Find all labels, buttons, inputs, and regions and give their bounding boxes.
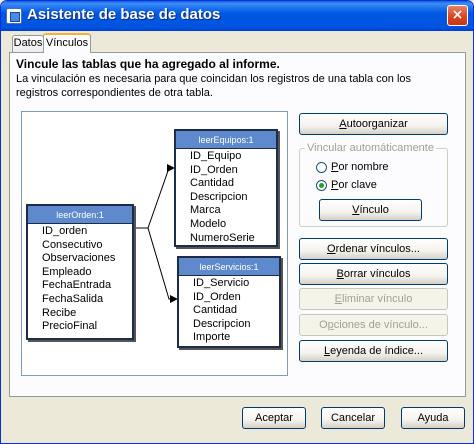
aceptar-button[interactable]: Aceptar [242, 407, 306, 429]
field-item[interactable]: Observaciones [42, 252, 132, 266]
field-item[interactable]: ID_Orden [193, 291, 279, 305]
radio-por-nombre[interactable]: Por nombre [316, 161, 436, 175]
cancelar-button[interactable]: Cancelar [321, 407, 385, 429]
radio-circle-selected[interactable] [316, 180, 327, 191]
field-item[interactable]: Descripcion [190, 191, 276, 205]
window-title: Asistente de base de datos [27, 6, 221, 23]
ayuda-button[interactable]: Ayuda [401, 407, 465, 429]
radio-label: Por nombre [331, 161, 389, 173]
field-item[interactable]: FechaEntrada [42, 279, 132, 293]
radio-circle[interactable] [316, 162, 327, 173]
table-title: leerServicios:1 [179, 258, 279, 276]
panel-heading: Vincule las tablas que ha agregado al in… [16, 57, 280, 71]
tab-vinculos[interactable]: Vínculos [43, 33, 91, 53]
table-leer-servicios[interactable]: leerServicios:1 ID_Servicio ID_Orden Can… [177, 256, 281, 348]
vinculo-button[interactable]: Vínculo [319, 199, 422, 221]
field-item[interactable]: Recibe [42, 307, 132, 321]
field-item[interactable]: Descripcion [193, 318, 279, 332]
field-item[interactable]: Empleado [42, 266, 132, 280]
field-item[interactable]: Cantidad [193, 304, 279, 318]
field-item[interactable]: ID_Servicio [193, 277, 279, 291]
field-item[interactable]: Cantidad [190, 177, 276, 191]
tab-datos[interactable]: Datos [12, 35, 44, 52]
field-item[interactable]: Modelo [190, 218, 276, 232]
app-icon [6, 8, 22, 24]
database-wizard-window: Asistente de base de datos × Datos Víncu… [0, 0, 474, 444]
field-item[interactable]: Marca [190, 204, 276, 218]
field-item[interactable]: ID_Equipo [190, 150, 276, 164]
opciones-vinculo-button[interactable]: Opciones de vínculo... [299, 314, 448, 336]
close-button[interactable]: × [447, 5, 468, 26]
borrar-vinculos-button[interactable]: Borrar vínculos [299, 263, 448, 285]
link-orden-equipos [134, 164, 175, 229]
panel-description: La vinculación es necesaria para que coi… [16, 73, 412, 99]
radio-por-clave[interactable]: Por clave [316, 179, 436, 193]
field-item[interactable]: PrecioFinal [42, 320, 132, 334]
table-title: leerEquipos:1 [176, 131, 276, 149]
radio-label: Por clave [331, 179, 377, 191]
field-item[interactable]: FechaSalida [42, 293, 132, 307]
eliminar-vinculo-button[interactable]: Eliminar vínculo [299, 288, 448, 310]
link-orden-servicios [134, 227, 178, 303]
link-canvas[interactable]: leerOrden:1 ID_orden Consecutivo Observa… [21, 111, 288, 376]
table-leer-equipos[interactable]: leerEquipos:1 ID_Equipo ID_Orden Cantida… [174, 129, 278, 247]
field-item[interactable]: Importe [193, 331, 279, 345]
ordenar-vinculos-button[interactable]: Ordenar vínculos... [299, 238, 448, 260]
auto-link-group-title: Vincular automáticamente [305, 142, 436, 154]
field-item[interactable]: NumeroSerie [190, 232, 276, 246]
autoorganizar-button[interactable]: Autoorganizar [299, 113, 448, 135]
leyenda-indice-button[interactable]: Leyenda de índice... [299, 340, 448, 362]
title-bar[interactable]: Asistente de base de datos × [1, 1, 473, 31]
field-item[interactable]: ID_Orden [190, 164, 276, 178]
field-item[interactable]: ID_orden [42, 225, 132, 239]
table-leer-orden[interactable]: leerOrden:1 ID_orden Consecutivo Observa… [26, 204, 134, 340]
table-title: leerOrden:1 [28, 206, 132, 224]
field-item[interactable]: Consecutivo [42, 239, 132, 253]
